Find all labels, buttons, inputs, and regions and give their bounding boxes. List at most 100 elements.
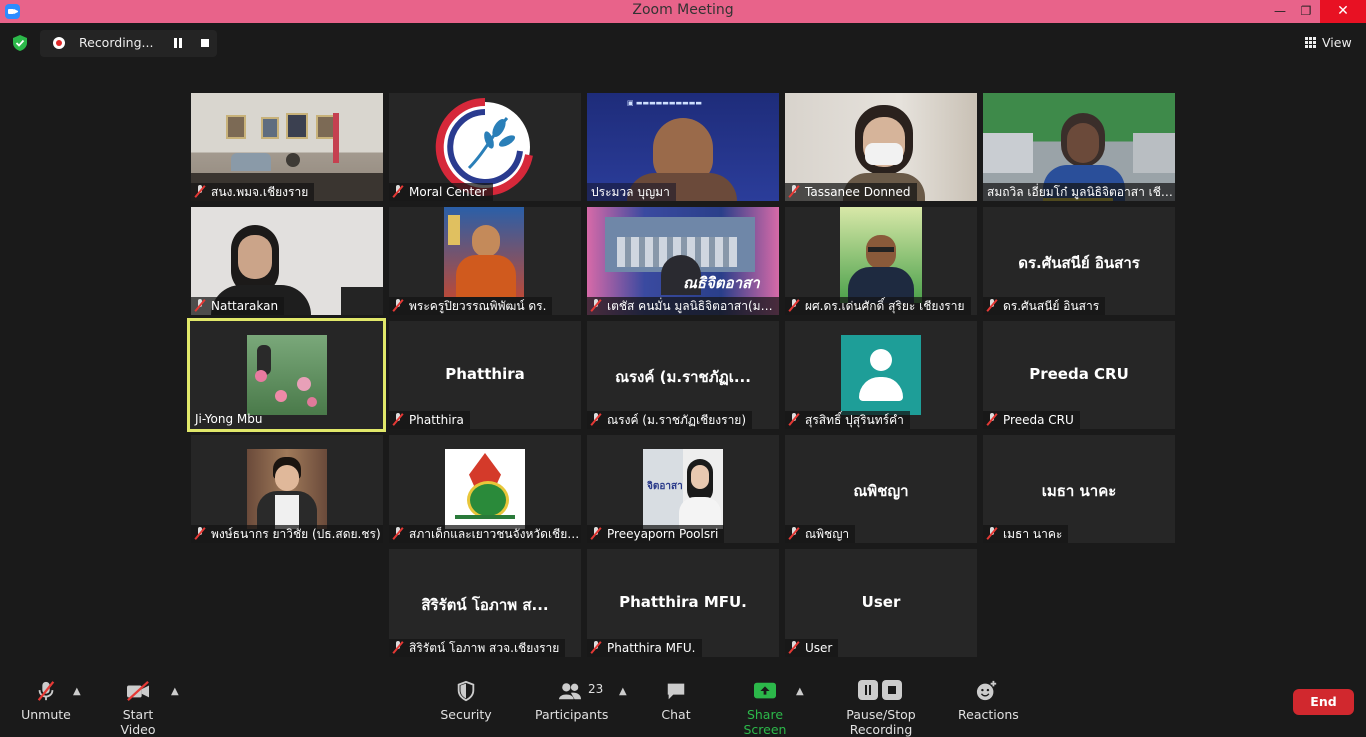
participant-display-name: User xyxy=(861,593,901,611)
security-label: Security xyxy=(440,707,492,722)
participant-tile[interactable]: ณพิชญา ณพิชญา xyxy=(785,435,977,543)
participant-name: ผศ.ดร.เด่นศักดิ์ สุริยะ เชียงราย xyxy=(785,297,971,315)
participant-tile[interactable]: สนง.พมจ.เชียงราย xyxy=(191,93,383,201)
video-camera-off-icon xyxy=(127,680,149,702)
mic-muted-icon xyxy=(393,641,403,654)
participant-name: ณรงค์ (ม.ราชภัฏเชียงราย) xyxy=(587,411,753,429)
mic-muted-icon xyxy=(393,527,403,540)
participant-tile[interactable]: สภาเด็กและเยาวชนจังหวัดเชียงร... xyxy=(389,435,581,543)
stop-recording-icon[interactable] xyxy=(201,39,209,47)
participant-tile[interactable]: พระครูปิยวรรณพิพัฒน์ ดร. xyxy=(389,207,581,315)
participant-tile[interactable]: ▣ ▬▬▬▬▬▬▬▬▬▬ ประมวล บุญมา xyxy=(587,93,779,201)
pause-stop-recording-button[interactable]: Pause/Stop Recording xyxy=(819,680,943,737)
participants-icon xyxy=(559,683,581,700)
participant-tile[interactable]: Nattarakan xyxy=(191,207,383,315)
view-button[interactable]: View xyxy=(1305,35,1352,50)
participant-display-name: เมธา นาคะ xyxy=(1041,482,1117,500)
participant-name: ดร.ศันสนีย์ อินสาร xyxy=(983,297,1106,315)
participant-name: พระครูปิยวรรณพิพัฒน์ ดร. xyxy=(389,297,553,315)
share-options-caret-icon[interactable]: ▲ xyxy=(796,686,804,697)
participant-tile[interactable]: พงษ์ธนากร ยาวิชัย (ปธ.สดย.ชร) xyxy=(191,435,383,543)
video-options-caret-icon[interactable]: ▲ xyxy=(171,686,179,697)
banner-text: ณธิจิตอาสา xyxy=(683,274,760,292)
active-speaker-tile[interactable]: Ji-Yong Mbu xyxy=(187,318,386,432)
security-shield-icon xyxy=(457,680,475,702)
recording-label: Recording... xyxy=(79,35,154,50)
participant-tile[interactable]: สมถวิล เอี่ยมโก๋ มูลนิธิจิตอาสา เชียง... xyxy=(983,93,1175,201)
mic-muted-icon xyxy=(789,413,799,426)
participant-tile[interactable]: Moral Center xyxy=(389,93,581,201)
mic-muted-icon xyxy=(393,413,403,426)
encryption-shield-icon[interactable] xyxy=(12,35,28,51)
participant-name: User xyxy=(785,639,839,657)
mic-muted-icon xyxy=(393,299,403,312)
microphone-muted-icon xyxy=(37,681,55,701)
participant-tile[interactable]: สิริรัตน์ โอภาพ ส... สิริรัตน์ โอภาพ สวจ… xyxy=(389,549,581,657)
default-avatar-icon xyxy=(841,335,921,415)
participant-tile[interactable]: จิตอาสา Preeyaporn Poolsri xyxy=(587,435,779,543)
mic-muted-icon xyxy=(789,185,799,198)
participant-name: สนง.พมจ.เชียงราย xyxy=(191,183,315,201)
participant-name: Moral Center xyxy=(389,183,493,201)
participants-count: 23 xyxy=(588,682,604,696)
mic-muted-icon xyxy=(789,527,799,540)
video-council-emblem xyxy=(445,449,525,529)
participant-display-name: ดร.ศันสนีย์ อินสาร xyxy=(1018,254,1140,272)
participant-tile[interactable]: ผศ.ดร.เด่นศักดิ์ สุริยะ เชียงราย xyxy=(785,207,977,315)
participant-tile[interactable]: สุรสิทธิ์ ปุสุรินทร์คำ xyxy=(785,321,977,429)
participant-tile[interactable]: ณรงค์ (ม.ราชภัฏเ... ณรงค์ (ม.ราชภัฏเชียง… xyxy=(587,321,779,429)
participant-name: ประมวล บุญมา xyxy=(587,183,676,201)
end-meeting-button[interactable]: End xyxy=(1293,689,1354,715)
audio-options-caret-icon[interactable]: ▲ xyxy=(73,686,81,697)
share-screen-button[interactable]: Share Screen xyxy=(726,680,804,737)
mic-muted-icon xyxy=(591,299,601,312)
reactions-button[interactable]: Reactions xyxy=(958,680,1019,722)
recording-dot-icon xyxy=(53,37,65,49)
grid-view-icon xyxy=(1305,37,1316,48)
mic-muted-icon xyxy=(987,299,997,312)
share-screen-label: Share Screen xyxy=(743,707,787,737)
participant-name: สมถวิล เอี่ยมโก๋ มูลนิธิจิตอาสา เชียง... xyxy=(983,183,1175,201)
start-video-button[interactable]: Start Video xyxy=(104,680,172,737)
participant-display-name: Phatthira MFU. xyxy=(619,593,747,611)
chat-bubble-icon xyxy=(667,683,685,700)
chat-button[interactable]: Chat xyxy=(652,680,700,722)
video-woman-sign: จิตอาสา xyxy=(643,449,723,529)
reactions-label: Reactions xyxy=(958,707,1019,722)
participant-display-name: ณพิชญา xyxy=(853,482,909,500)
recording-indicator: Recording... xyxy=(40,30,217,57)
participant-tile[interactable]: Preeda CRU Preeda CRU xyxy=(983,321,1175,429)
participant-tile[interactable]: User User xyxy=(785,549,977,657)
participant-name: สิริรัตน์ โอภาพ สวจ.เชียงราย xyxy=(389,639,566,657)
participant-tile[interactable]: Phatthira MFU. Phatthira MFU. xyxy=(587,549,779,657)
mic-muted-icon xyxy=(195,185,205,198)
share-screen-icon xyxy=(754,682,776,699)
start-video-label: Start Video xyxy=(120,707,156,737)
participant-name: เตชัส คนมั่น มูลนิธิจิตอาสา(มนส.) xyxy=(587,297,779,315)
unmute-button[interactable]: Unmute xyxy=(20,680,72,722)
video-monk xyxy=(444,207,524,297)
pause-recording-icon[interactable] xyxy=(173,38,183,48)
participant-tile[interactable]: Tassanee Donned xyxy=(785,93,977,201)
participant-tile[interactable]: ดร.ศันสนีย์ อินสาร ดร.ศันสนีย์ อินสาร xyxy=(983,207,1175,315)
participant-name: Ji-Yong Mbu xyxy=(195,412,263,426)
mic-muted-icon xyxy=(987,527,997,540)
participant-display-name: สิริรัตน์ โอภาพ ส... xyxy=(421,596,549,614)
participants-options-caret-icon[interactable]: ▲ xyxy=(619,686,627,697)
security-button[interactable]: Security xyxy=(440,680,492,722)
maximize-button[interactable]: ❐ xyxy=(1292,0,1320,23)
participant-tile[interactable]: เมธา นาคะ เมธา นาคะ xyxy=(983,435,1175,543)
participant-tile[interactable]: ณธิจิตอาสา เตชัส คนมั่น มูลนิธิจิตอาสา(ม… xyxy=(587,207,779,315)
participant-name: สุรสิทธิ์ ปุสุรินทร์คำ xyxy=(785,411,910,429)
participant-tile[interactable]: Phatthira Phatthira xyxy=(389,321,581,429)
view-label: View xyxy=(1322,35,1352,50)
participant-display-name: Preeda CRU xyxy=(1029,365,1129,383)
minimize-button[interactable]: — xyxy=(1266,0,1294,23)
participant-name: Phatthira MFU. xyxy=(587,639,702,657)
close-button[interactable]: ✕ xyxy=(1320,0,1366,23)
unmute-label: Unmute xyxy=(21,707,71,722)
video-young-man xyxy=(247,449,327,529)
participant-name: Tassanee Donned xyxy=(785,183,917,201)
chat-label: Chat xyxy=(661,707,691,722)
participant-name: เมธา นาคะ xyxy=(983,525,1069,543)
